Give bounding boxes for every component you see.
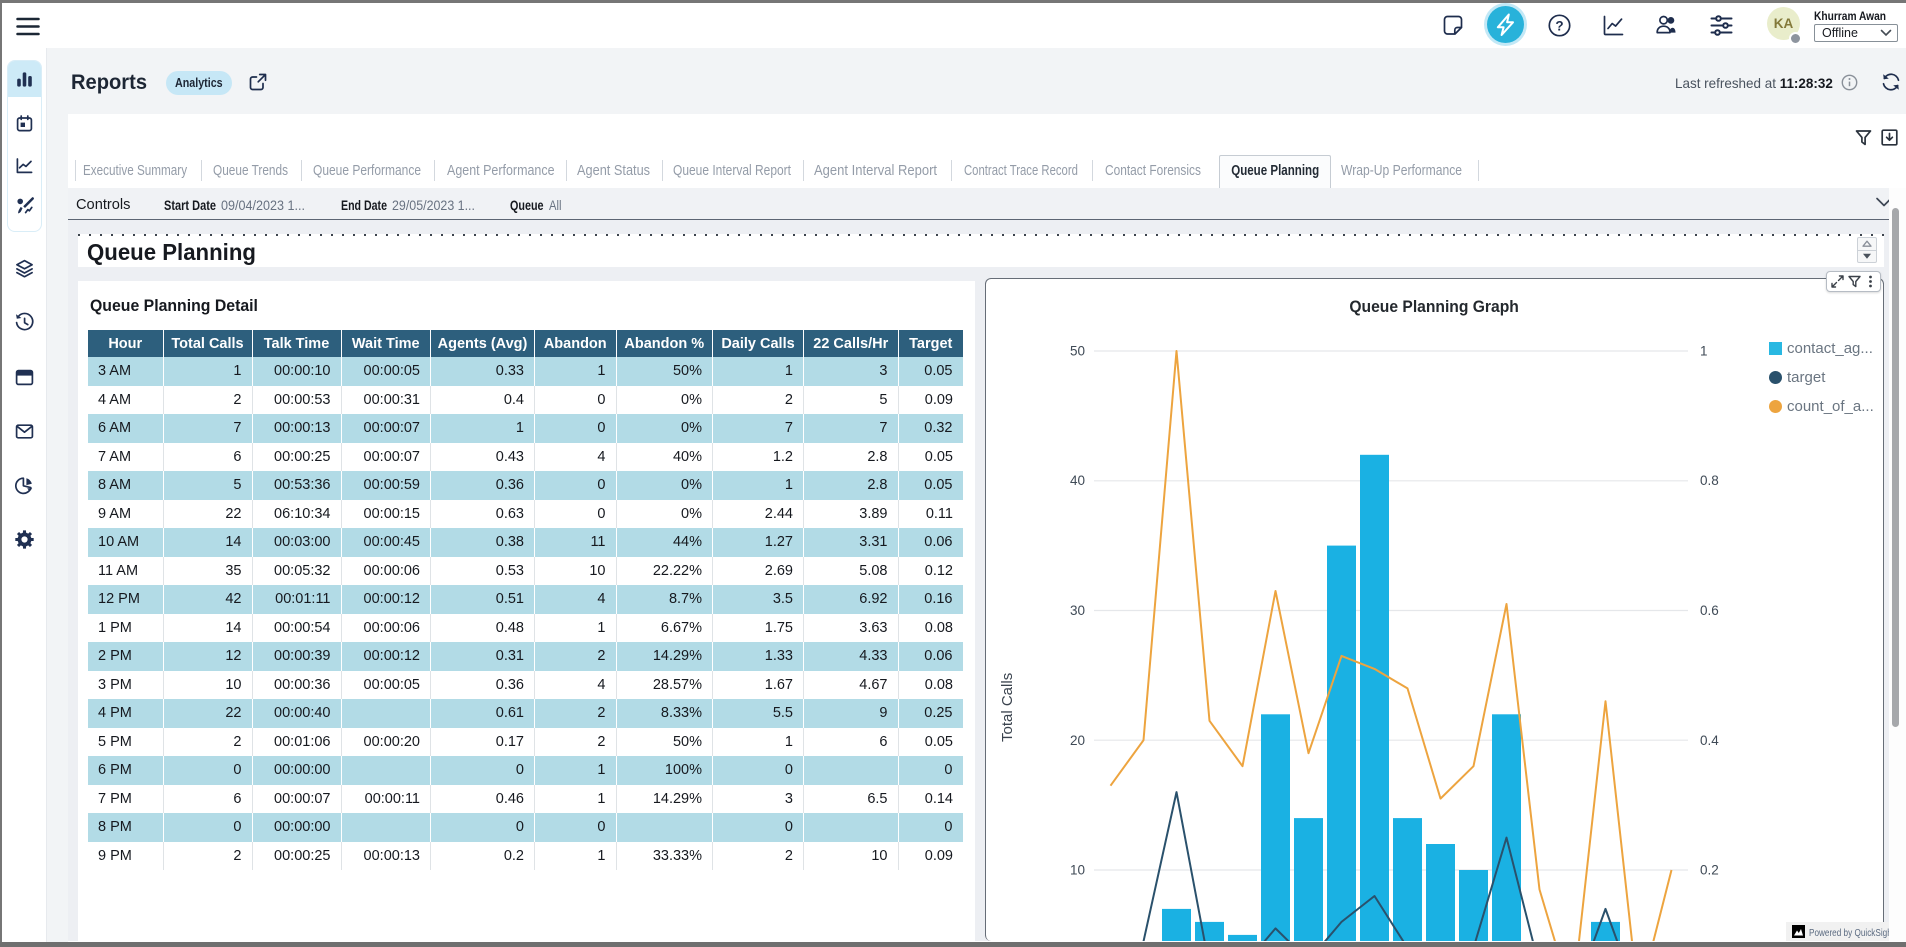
svg-text:30: 30 <box>1070 603 1085 618</box>
svg-text:0.2: 0.2 <box>1700 863 1719 878</box>
svg-text:0.6: 0.6 <box>1700 603 1719 618</box>
svg-text:0.8: 0.8 <box>1700 473 1719 488</box>
svg-text:?: ? <box>1555 18 1563 33</box>
svg-text:1: 1 <box>1700 344 1708 359</box>
svg-text:0.4: 0.4 <box>1700 733 1719 748</box>
svg-text:10: 10 <box>1070 863 1085 878</box>
svg-text:40: 40 <box>1070 473 1085 488</box>
svg-text:50: 50 <box>1070 344 1085 359</box>
svg-text:20: 20 <box>1070 733 1085 748</box>
